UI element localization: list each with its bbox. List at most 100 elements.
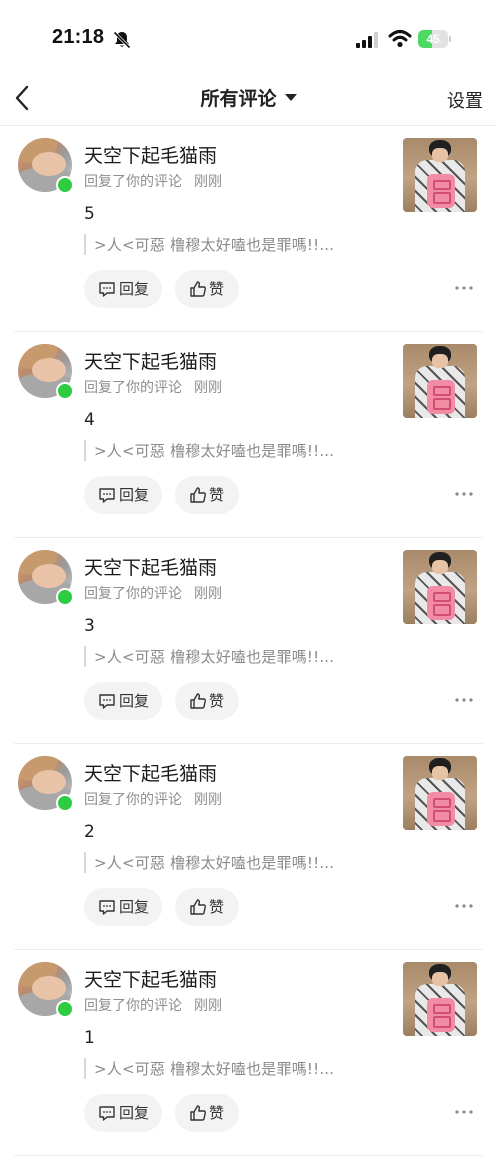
- battery-indicator: 45: [418, 30, 452, 48]
- reply-button[interactable]: 回复: [84, 888, 162, 926]
- more-options-icon[interactable]: [453, 692, 475, 708]
- like-label: 赞: [209, 1104, 225, 1122]
- quoted-comment[interactable]: >⼈<可惡 橹穆太好嗑也是罪嗎!!...: [84, 234, 384, 255]
- like-label: 赞: [209, 280, 225, 298]
- reply-button[interactable]: 回复: [84, 682, 162, 720]
- post-thumbnail[interactable]: [403, 550, 477, 624]
- reply-label: 回复: [119, 1104, 150, 1122]
- thumbs-up-icon: [190, 899, 206, 915]
- comment-text: 3: [84, 616, 95, 636]
- status-bar: 21:18 45: [0, 0, 497, 70]
- post-thumbnail[interactable]: [403, 138, 477, 212]
- comment-meta: 回复了你的评论 刚刚: [84, 583, 222, 603]
- dropdown-caret-icon: [284, 94, 297, 101]
- quoted-comment[interactable]: >⼈<可惡 橹穆太好嗑也是罪嗎!!...: [84, 852, 384, 873]
- like-button[interactable]: 赞: [175, 1094, 239, 1132]
- online-status-dot: [56, 382, 74, 400]
- user-name[interactable]: 天空下起毛猫雨: [84, 553, 217, 580]
- user-name[interactable]: 天空下起毛猫雨: [84, 759, 217, 786]
- reply-label: 回复: [119, 692, 150, 710]
- comment-time: 刚刚: [194, 174, 222, 190]
- comment-item[interactable]: 天空下起毛猫雨 回复了你的评论 刚刚 1 >⼈<可惡 橹穆太好嗑也是罪嗎!!...…: [14, 950, 483, 1156]
- more-options-icon[interactable]: [453, 898, 475, 914]
- like-label: 赞: [209, 486, 225, 504]
- comment-text: 1: [84, 1028, 95, 1048]
- more-options-icon[interactable]: [453, 486, 475, 502]
- avatar[interactable]: [18, 962, 74, 1018]
- thumbs-up-icon: [190, 281, 206, 297]
- quoted-comment[interactable]: >⼈<可惡 橹穆太好嗑也是罪嗎!!...: [84, 646, 384, 667]
- like-label: 赞: [209, 898, 225, 916]
- comment-action: 回复了你的评论: [84, 380, 182, 396]
- signal-icon: [356, 32, 378, 48]
- comment-time: 刚刚: [194, 380, 222, 396]
- page-title: 所有评论: [200, 88, 277, 110]
- comment-item[interactable]: 天空下起毛猫雨 回复了你的评论 刚刚 5 >⼈<可惡 橹穆太好嗑也是罪嗎!!...…: [14, 126, 483, 332]
- battery-level-text: 45: [426, 32, 440, 46]
- comment-meta: 回复了你的评论 刚刚: [84, 789, 222, 809]
- avatar[interactable]: [18, 138, 74, 194]
- reply-label: 回复: [119, 486, 150, 504]
- comment-item[interactable]: 天空下起毛猫雨 回复了你的评论 刚刚 2 >⼈<可惡 橹穆太好嗑也是罪嗎!!...…: [14, 744, 483, 950]
- comment-text: 5: [84, 204, 95, 224]
- user-name[interactable]: 天空下起毛猫雨: [84, 141, 217, 168]
- comment-action: 回复了你的评论: [84, 174, 182, 190]
- like-label: 赞: [209, 692, 225, 710]
- comment-item[interactable]: 天空下起毛猫雨 回复了你的评论 刚刚 3 >⼈<可惡 橹穆太好嗑也是罪嗎!!...…: [14, 538, 483, 744]
- thumbs-up-icon: [190, 487, 206, 503]
- comment-bubble-icon: [99, 900, 115, 915]
- like-button[interactable]: 赞: [175, 682, 239, 720]
- comment-text: 2: [84, 822, 95, 842]
- avatar[interactable]: [18, 550, 74, 606]
- post-thumbnail[interactable]: [403, 344, 477, 418]
- avatar[interactable]: [18, 344, 74, 400]
- comment-list: 天空下起毛猫雨 回复了你的评论 刚刚 5 >⼈<可惡 橹穆太好嗑也是罪嗎!!...…: [0, 126, 497, 1156]
- online-status-dot: [56, 794, 74, 812]
- reply-label: 回复: [119, 898, 150, 916]
- comment-bubble-icon: [99, 1106, 115, 1121]
- more-options-icon[interactable]: [453, 1104, 475, 1120]
- comment-bubble-icon: [99, 282, 115, 297]
- comment-action: 回复了你的评论: [84, 998, 182, 1014]
- comment-time: 刚刚: [194, 586, 222, 602]
- comment-action: 回复了你的评论: [84, 792, 182, 808]
- battery-tip: [449, 36, 451, 42]
- comment-filter-dropdown[interactable]: 所有评论: [0, 84, 497, 111]
- like-button[interactable]: 赞: [175, 476, 239, 514]
- comment-meta: 回复了你的评论 刚刚: [84, 377, 222, 397]
- quoted-comment[interactable]: >⼈<可惡 橹穆太好嗑也是罪嗎!!...: [84, 440, 384, 461]
- status-time: 21:18: [52, 26, 105, 48]
- nav-bar: 所有评论 设置: [0, 70, 497, 126]
- wifi-icon: [388, 30, 412, 48]
- reply-button[interactable]: 回复: [84, 1094, 162, 1132]
- online-status-dot: [56, 176, 74, 194]
- reply-label: 回复: [119, 280, 150, 298]
- user-name[interactable]: 天空下起毛猫雨: [84, 347, 217, 374]
- comment-bubble-icon: [99, 694, 115, 709]
- online-status-dot: [56, 1000, 74, 1018]
- thumbs-up-icon: [190, 1105, 206, 1121]
- post-thumbnail[interactable]: [403, 962, 477, 1036]
- avatar[interactable]: [18, 756, 74, 812]
- comment-text: 4: [84, 410, 95, 430]
- comment-meta: 回复了你的评论 刚刚: [84, 995, 222, 1015]
- comment-time: 刚刚: [194, 792, 222, 808]
- quoted-comment[interactable]: >⼈<可惡 橹穆太好嗑也是罪嗎!!...: [84, 1058, 384, 1079]
- bell-muted-icon: [113, 31, 131, 49]
- comment-meta: 回复了你的评论 刚刚: [84, 171, 222, 191]
- battery-body: 45: [418, 30, 448, 48]
- reply-button[interactable]: 回复: [84, 476, 162, 514]
- comment-action: 回复了你的评论: [84, 586, 182, 602]
- comment-time: 刚刚: [194, 998, 222, 1014]
- settings-button[interactable]: 设置: [447, 87, 483, 113]
- like-button[interactable]: 赞: [175, 888, 239, 926]
- comment-item[interactable]: 天空下起毛猫雨 回复了你的评论 刚刚 4 >⼈<可惡 橹穆太好嗑也是罪嗎!!...…: [14, 332, 483, 538]
- post-thumbnail[interactable]: [403, 756, 477, 830]
- user-name[interactable]: 天空下起毛猫雨: [84, 965, 217, 992]
- like-button[interactable]: 赞: [175, 270, 239, 308]
- online-status-dot: [56, 588, 74, 606]
- comment-bubble-icon: [99, 488, 115, 503]
- reply-button[interactable]: 回复: [84, 270, 162, 308]
- more-options-icon[interactable]: [453, 280, 475, 296]
- thumbs-up-icon: [190, 693, 206, 709]
